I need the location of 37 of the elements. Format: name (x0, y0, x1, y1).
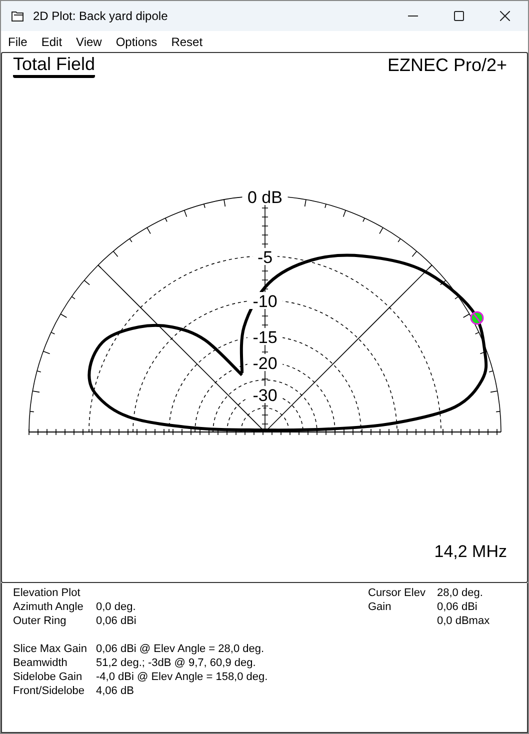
brand-label: EZNEC Pro/2+ (387, 54, 507, 77)
menu-item[interactable]: Edit (41, 34, 62, 48)
cursor-marker[interactable] (470, 311, 484, 325)
info-label: Elevation Plot (13, 587, 82, 600)
info-label: Gain (368, 601, 392, 614)
ring-label: -10 (252, 292, 278, 311)
info-value: 0,0 deg. (96, 601, 137, 614)
maximize-icon[interactable] (454, 11, 464, 21)
info-value: 0,06 dBi (437, 601, 478, 614)
info-label: Front/Sidelobe (13, 685, 86, 698)
info-label: Sidelobe Gain (13, 671, 84, 684)
info-label: Outer Ring (13, 615, 68, 628)
info-label: Beamwidth (13, 657, 68, 670)
ring-label: -15 (252, 328, 278, 347)
menu-item[interactable]: File (8, 34, 28, 48)
info-value: 51,2 deg.; -3dB @ 9,7, 60,9 deg. (96, 657, 257, 670)
ring-label: -5 (257, 248, 273, 267)
window-icon (11, 10, 25, 22)
info-value: 28,0 deg. (437, 587, 484, 600)
info-value: 0,0 dBmax (437, 615, 491, 628)
ring-label: -30 (252, 386, 278, 405)
info-value: -4,0 dBi @ Elev Angle = 158,0 deg. (96, 671, 268, 684)
ring-label: 0 dB (248, 188, 282, 207)
info-label: Slice Max Gain (13, 643, 88, 656)
menu-item[interactable]: View (76, 34, 102, 48)
menu-item[interactable]: Reset (171, 34, 203, 48)
close-icon[interactable] (500, 11, 510, 21)
info-label: Cursor Elev (368, 587, 426, 600)
info-value: 0,06 dBi @ Elev Angle = 28,0 deg. (96, 643, 266, 656)
ring-label: -20 (252, 354, 278, 373)
menu-item[interactable]: Options (116, 34, 158, 48)
info-value: 0,06 dBi (96, 615, 138, 628)
window-title: 2D Plot: Back yard dipole (33, 9, 168, 23)
plot-title: Total Field (13, 54, 96, 78)
info-label: Azimuth Angle (13, 601, 84, 614)
frequency-label: 14,2 MHz (434, 542, 507, 562)
info-value: 4,06 dB (96, 685, 135, 698)
